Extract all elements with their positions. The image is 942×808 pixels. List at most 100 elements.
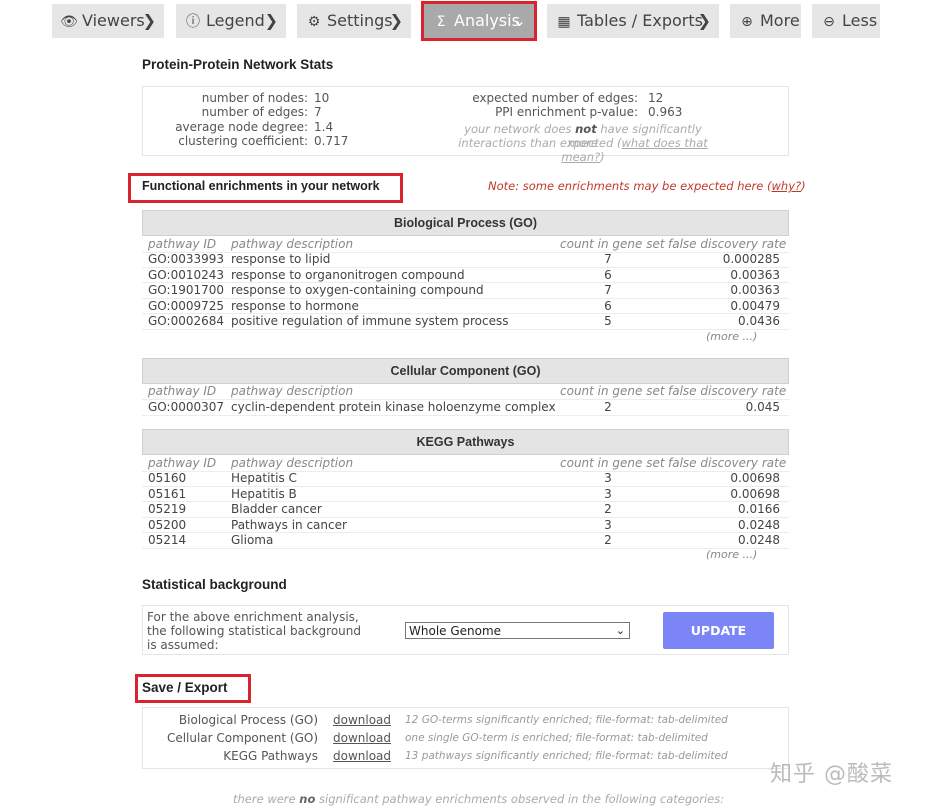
table-header-row: pathway ID pathway description count in … bbox=[142, 456, 789, 472]
tab-tables-exports[interactable]: ▦ Tables / Exports ❯ bbox=[547, 4, 719, 38]
tab-label: Settings bbox=[327, 11, 393, 30]
sigma-icon: Σ bbox=[436, 14, 446, 30]
save-export-title: Save / Export bbox=[142, 680, 228, 695]
col-count: count in gene set bbox=[560, 456, 665, 470]
table-row[interactable]: 05200 Pathways in cancer 3 0.0248 bbox=[142, 517, 789, 533]
enrichment-title: Functional enrichments in your network bbox=[142, 179, 380, 193]
table-row[interactable]: 05161 Hepatitis B 3 0.00698 bbox=[142, 486, 789, 502]
cell-fdr: 0.00363 bbox=[730, 267, 780, 282]
enrichment-note: Note: some enrichments may be expected h… bbox=[488, 179, 806, 193]
cell-desc: response to oxygen-containing compound bbox=[231, 283, 484, 297]
minus-icon: ⊖ bbox=[823, 14, 835, 30]
cell-fdr: 0.0248 bbox=[738, 517, 780, 532]
tab-less[interactable]: ⊖ Less bbox=[812, 4, 880, 38]
table-row[interactable]: 05214 Glioma 2 0.0248 bbox=[142, 533, 789, 549]
stat-label: clustering coefficient: bbox=[178, 134, 308, 148]
download-link[interactable]: download bbox=[333, 749, 391, 763]
cell-desc: response to lipid bbox=[231, 252, 331, 266]
chevron-down-icon: ⌄ bbox=[615, 624, 625, 637]
note-text: ) bbox=[600, 150, 605, 164]
cell-id: 05200 bbox=[148, 517, 187, 532]
stat-value: 1.4 bbox=[314, 120, 334, 134]
cell-desc: positive regulation of immune system pro… bbox=[231, 314, 509, 328]
table-row[interactable]: GO:0000307 cyclin-dependent protein kinas… bbox=[142, 400, 789, 416]
col-pathway-description: pathway description bbox=[231, 237, 354, 251]
background-line: For the above enrichment analysis, bbox=[147, 610, 359, 624]
statistical-background-title: Statistical background bbox=[142, 577, 287, 592]
cell-fdr: 0.00698 bbox=[730, 486, 780, 501]
cell-desc: Pathways in cancer bbox=[231, 517, 347, 532]
toolbar-tabs: 👁 Viewers ❯ ⓘ Legend ❯ ⚙ Settings ❯ Σ Analys… bbox=[0, 0, 942, 44]
cell-fdr: 0.0166 bbox=[738, 502, 780, 516]
export-note: one single GO-term is enriched; file-for… bbox=[405, 732, 708, 744]
export-label: Biological Process (GO) bbox=[178, 713, 318, 727]
cell-desc: response to organonitrogen compound bbox=[231, 267, 465, 282]
cell-desc: Bladder cancer bbox=[231, 502, 322, 516]
col-fdr: false discovery rate bbox=[668, 384, 787, 398]
info-icon: ⓘ bbox=[186, 14, 200, 30]
update-button[interactable]: UPDATE bbox=[663, 612, 774, 649]
note-bold: no bbox=[299, 792, 316, 806]
note-text: your network does bbox=[464, 122, 576, 136]
cell-fdr: 0.000285 bbox=[722, 252, 780, 266]
note-text: ) bbox=[801, 179, 806, 193]
table-row[interactable]: 05219 Bladder cancer 2 0.0166 bbox=[142, 502, 789, 518]
stat-label: number of edges: bbox=[201, 105, 308, 119]
cc-table-title: Cellular Component (GO) bbox=[142, 358, 789, 384]
background-line: the following statistical background bbox=[147, 624, 361, 638]
background-select[interactable]: Whole Genome ⌄ bbox=[405, 622, 630, 639]
cell-id: GO:0009725 bbox=[148, 298, 225, 313]
table-row[interactable]: GO:0033993 response to lipid 7 0.000285 bbox=[142, 252, 789, 268]
table-row[interactable]: GO:0002684 positive regulation of immune … bbox=[142, 314, 789, 330]
stat-value: 7 bbox=[314, 105, 322, 119]
tab-legend[interactable]: ⓘ Legend ❯ bbox=[176, 4, 286, 38]
cell-desc: Hepatitis C bbox=[231, 471, 297, 485]
more-link[interactable]: (more ...) bbox=[706, 548, 757, 561]
background-text: For the above enrichment analysis, the f… bbox=[147, 610, 361, 652]
cell-fdr: 0.045 bbox=[745, 400, 780, 414]
cell-count: 2 bbox=[604, 400, 612, 414]
col-pathway-description: pathway description bbox=[231, 456, 354, 470]
tab-analysis[interactable]: Σ Analysis ⌄ bbox=[421, 1, 537, 41]
download-link[interactable]: download bbox=[333, 713, 391, 727]
more-link[interactable]: (more ...) bbox=[706, 330, 757, 343]
cell-fdr: 0.00363 bbox=[730, 283, 780, 297]
table-row[interactable]: GO:0010243 response to organonitrogen com… bbox=[142, 267, 789, 283]
note-text: interactions than expected ( bbox=[458, 136, 622, 150]
stat-label: PPI enrichment p-value: bbox=[495, 105, 638, 119]
cell-desc: response to hormone bbox=[231, 298, 359, 313]
cell-count: 6 bbox=[604, 267, 612, 282]
tab-settings[interactable]: ⚙ Settings ❯ bbox=[297, 4, 411, 38]
tab-label: Analysis bbox=[454, 11, 520, 30]
col-fdr: false discovery rate bbox=[668, 237, 787, 251]
tab-label: Less bbox=[842, 11, 878, 30]
why-link[interactable]: why? bbox=[772, 179, 802, 193]
cell-id: 05219 bbox=[148, 502, 187, 516]
stat-value: 10 bbox=[314, 91, 330, 105]
tab-label: Viewers bbox=[82, 11, 145, 30]
cell-desc: Hepatitis B bbox=[231, 486, 297, 501]
tab-more[interactable]: ⊕ More bbox=[730, 4, 801, 38]
table-icon: ▦ bbox=[557, 14, 571, 30]
col-pathway-id: pathway ID bbox=[148, 237, 217, 251]
table-row[interactable]: GO:0009725 response to hormone 6 0.00479 bbox=[142, 298, 789, 314]
tab-label: Tables / Exports bbox=[577, 11, 703, 30]
cell-id: 05214 bbox=[148, 533, 187, 547]
bp-table-title: Biological Process (GO) bbox=[142, 210, 789, 236]
table-row[interactable]: 05160 Hepatitis C 3 0.00698 bbox=[142, 471, 789, 487]
network-stats-box: number of nodes: 10 number of edges: 7 a… bbox=[142, 86, 789, 164]
table-row[interactable]: GO:1901700 response to oxygen-containing … bbox=[142, 283, 789, 299]
tab-label: More bbox=[760, 11, 800, 30]
tab-viewers[interactable]: 👁 Viewers ❯ bbox=[52, 4, 164, 38]
download-link[interactable]: download bbox=[333, 731, 391, 745]
cell-fdr: 0.00698 bbox=[730, 471, 780, 485]
gear-icon: ⚙ bbox=[307, 14, 321, 30]
cell-id: 05160 bbox=[148, 471, 187, 485]
stat-label: average node degree: bbox=[175, 120, 308, 134]
cell-id: GO:0033993 bbox=[148, 252, 225, 266]
cell-count: 3 bbox=[604, 486, 612, 501]
export-label: KEGG Pathways bbox=[223, 749, 318, 763]
tab-label: Legend bbox=[206, 11, 265, 30]
cell-count: 6 bbox=[604, 298, 612, 313]
stat-value: 0.963 bbox=[648, 105, 683, 119]
